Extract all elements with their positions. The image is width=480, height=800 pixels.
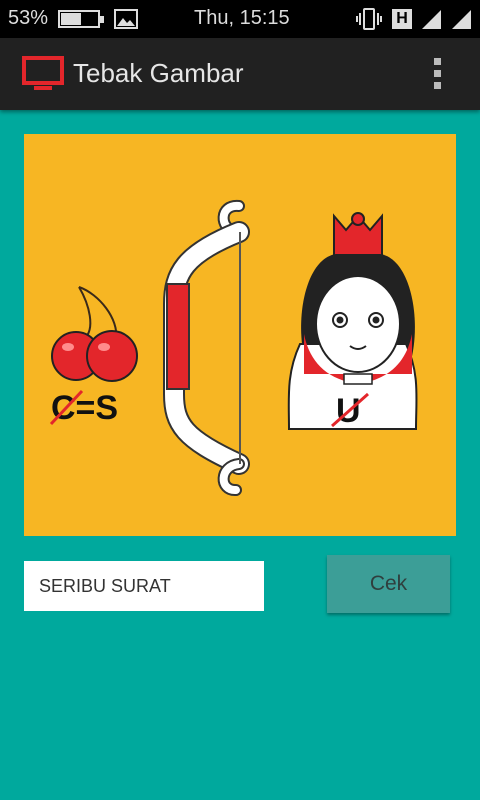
vibrate-icon [356,8,382,30]
app-title: Tebak Gambar [73,58,244,88]
cherry-rebus-text: C=S [51,389,118,427]
status-bar: 53% Thu, 15:15 H [0,0,480,38]
tv-icon [22,56,64,90]
answer-input[interactable] [24,561,264,611]
clock: Thu, 15:15 [194,7,290,29]
signal-icon [422,10,441,29]
bow-icon [163,200,250,496]
check-button[interactable]: Cek [327,555,450,613]
h-network-icon: H [392,9,412,29]
battery-percent: 53% [8,7,49,29]
cherry-icon [51,286,138,382]
app-bar: Tebak Gambar [0,38,480,110]
puzzle-image: C=S U [24,134,456,536]
battery-icon [58,10,104,28]
overflow-menu-icon[interactable] [426,56,450,92]
signal-icon [452,10,471,29]
gallery-icon [114,9,138,29]
